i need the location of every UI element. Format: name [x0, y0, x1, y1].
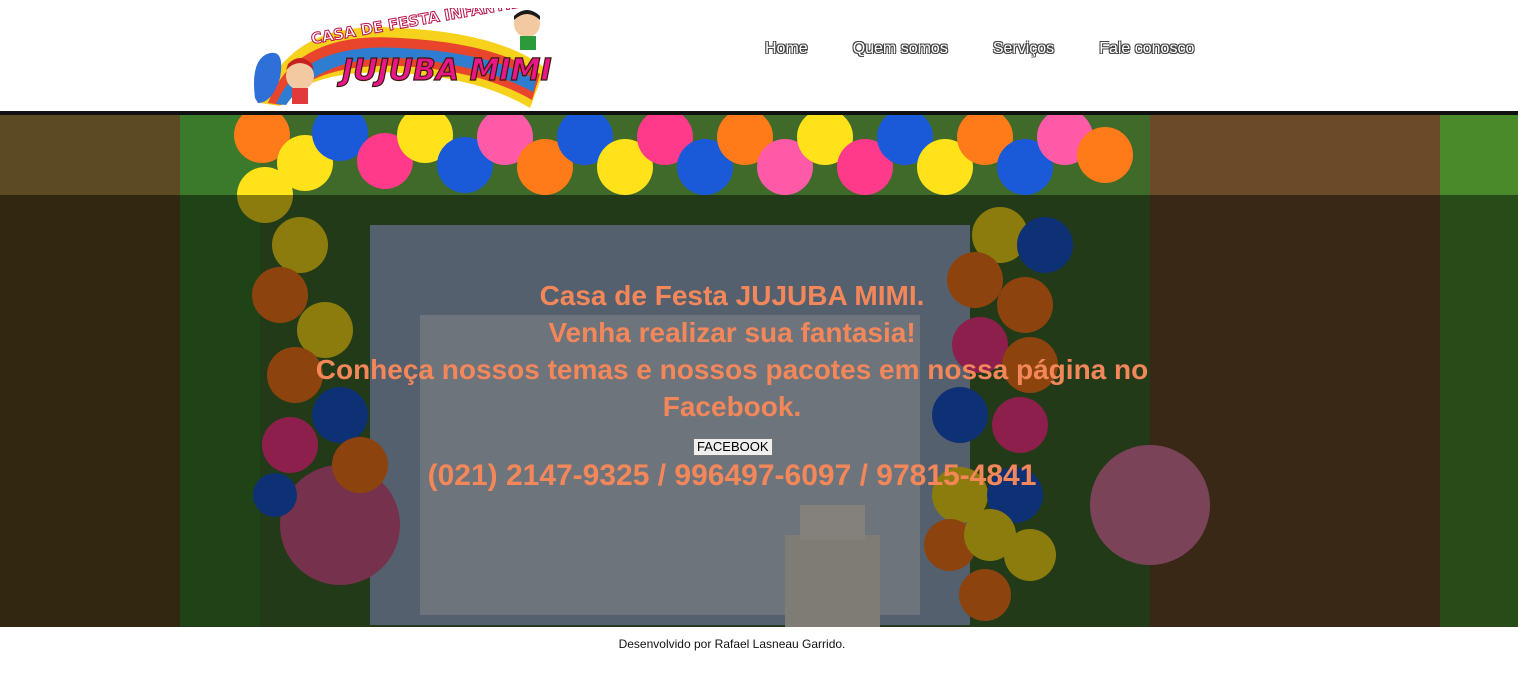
jujuba-mimi-logo: CASA DE FESTA INFANTIL JUJUBA MIMI [254, 8, 552, 108]
footer-credit: Desenvolvido por Rafael Lasneau Garrido. [618, 637, 846, 651]
site-logo[interactable]: CASA DE FESTA INFANTIL JUJUBA MIMI [250, 8, 552, 110]
hero-line-1: Casa de Festa JUJUBA MIMI. [539, 280, 925, 311]
hero-banner: Casa de Festa JUJUBA MIMI. Venha realiza… [0, 115, 1518, 627]
site-footer: Desenvolvido por Rafael Lasneau Garrido. [0, 627, 1518, 693]
hero-message: Casa de Festa JUJUBA MIMI. Venha realiza… [0, 277, 1464, 425]
phone-numbers: (021) 2147-9325 / 996497-6097 / 97815-48… [427, 459, 1037, 492]
nav-quem-somos[interactable]: Quem somos [853, 40, 948, 58]
site-header: CASA DE FESTA INFANTIL JUJUBA MIMI Home … [0, 0, 1518, 111]
hero-line-4: Facebook. [662, 391, 802, 422]
svg-text:JUJUBA MIMI: JUJUBA MIMI [337, 53, 552, 88]
facebook-button[interactable]: FACEBOOK [693, 438, 773, 456]
hero-line-3: Conheça nossos temas e nossos pacotes em… [315, 354, 1149, 385]
nav-servicos[interactable]: Serviços [993, 40, 1054, 58]
main-nav: Home Quem somos Serviços Fale conosco [765, 40, 1239, 58]
nav-fale-conosco[interactable]: Fale conosco [1099, 40, 1194, 58]
hero-line-2: Venha realizar sua fantasia! [548, 317, 916, 348]
nav-home[interactable]: Home [765, 40, 808, 58]
